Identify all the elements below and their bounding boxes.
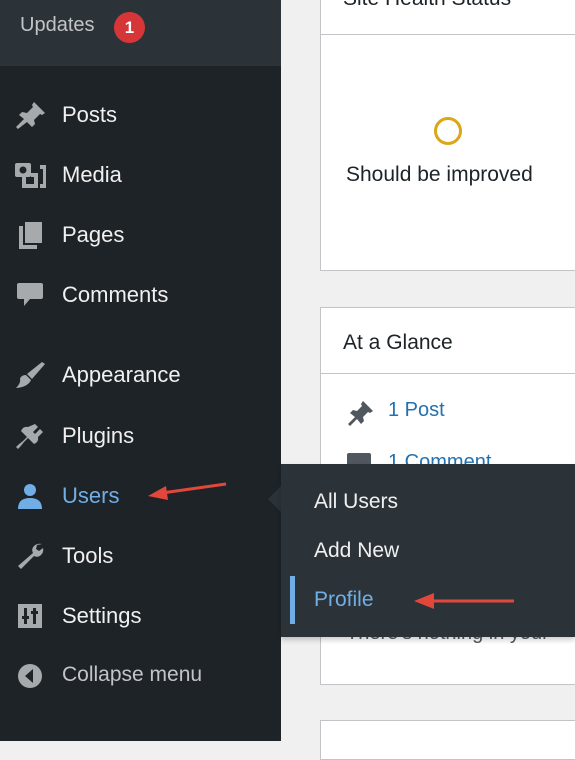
collapse-icon: [14, 662, 46, 690]
sidebar-item-comments[interactable]: Comments: [0, 269, 281, 321]
collapse-menu-button[interactable]: Collapse menu: [0, 650, 281, 702]
sidebar-item-appearance[interactable]: Appearance: [0, 349, 281, 401]
sidebar-item-label: Users: [62, 483, 120, 508]
sidebar-item-updates[interactable]: Updates 1: [0, 0, 281, 66]
annotation-arrow-profile: [414, 593, 514, 609]
submenu-item-all-users[interactable]: All Users: [281, 478, 575, 526]
pushpin-icon: [14, 101, 46, 129]
sidebar-item-pages[interactable]: Pages: [0, 209, 281, 261]
submenu-pointer: [268, 486, 281, 512]
annotation-arrow-users: [148, 482, 227, 500]
sidebar-item-label: Media: [62, 162, 122, 187]
sidebar-item-users[interactable]: Users: [0, 470, 281, 522]
media-icon: [14, 161, 46, 189]
settings-icon: [14, 602, 46, 630]
sidebar-item-posts[interactable]: Posts: [0, 89, 281, 141]
sidebar-item-label: Tools: [62, 543, 114, 568]
submenu-item-label: Profile: [314, 588, 374, 611]
glance-posts-text: 1 Post: [388, 399, 445, 421]
current-item-indicator: [290, 576, 295, 624]
panel-divider: [321, 373, 575, 374]
wrench-icon: [14, 542, 46, 570]
panel-divider: [321, 34, 575, 35]
paintbrush-icon: [14, 361, 46, 389]
sidebar-item-label: Appearance: [62, 362, 181, 387]
site-health-panel: Site Health Status Should be improved: [320, 0, 575, 271]
at-a-glance-title: At a Glance: [343, 331, 453, 354]
comment-icon: [14, 281, 46, 309]
sidebar-item-label: Comments: [62, 282, 169, 307]
pushpin-icon: [346, 400, 374, 426]
site-health-title: Site Health Status: [343, 0, 511, 11]
pages-icon: [14, 221, 46, 249]
sidebar-item-label: Updates: [20, 14, 95, 36]
sidebar-item-media[interactable]: Media: [0, 149, 281, 201]
sidebar-item-tools[interactable]: Tools: [0, 530, 281, 582]
sidebar-item-label: Settings: [62, 603, 142, 628]
submenu-item-label: Add New: [314, 539, 400, 562]
update-count-badge: 1: [114, 12, 145, 43]
plug-icon: [14, 422, 46, 450]
admin-sidebar: Updates 1 Posts Media Pages Comments App…: [0, 0, 281, 741]
submenu-item-label: All Users: [314, 490, 399, 513]
user-icon: [14, 482, 46, 510]
health-status-ring-icon: [434, 117, 462, 145]
sidebar-item-label: Pages: [62, 222, 125, 247]
sidebar-item-label: Plugins: [62, 423, 135, 448]
dashboard-panel: [320, 720, 575, 760]
sidebar-item-plugins[interactable]: Plugins: [0, 410, 281, 462]
sidebar-item-settings[interactable]: Settings: [0, 590, 281, 642]
site-health-status-text: Should be improved: [346, 163, 533, 186]
sidebar-item-label: Posts: [62, 102, 118, 127]
sidebar-item-label: Collapse menu: [62, 663, 203, 686]
submenu-item-add-new[interactable]: Add New: [281, 527, 575, 575]
